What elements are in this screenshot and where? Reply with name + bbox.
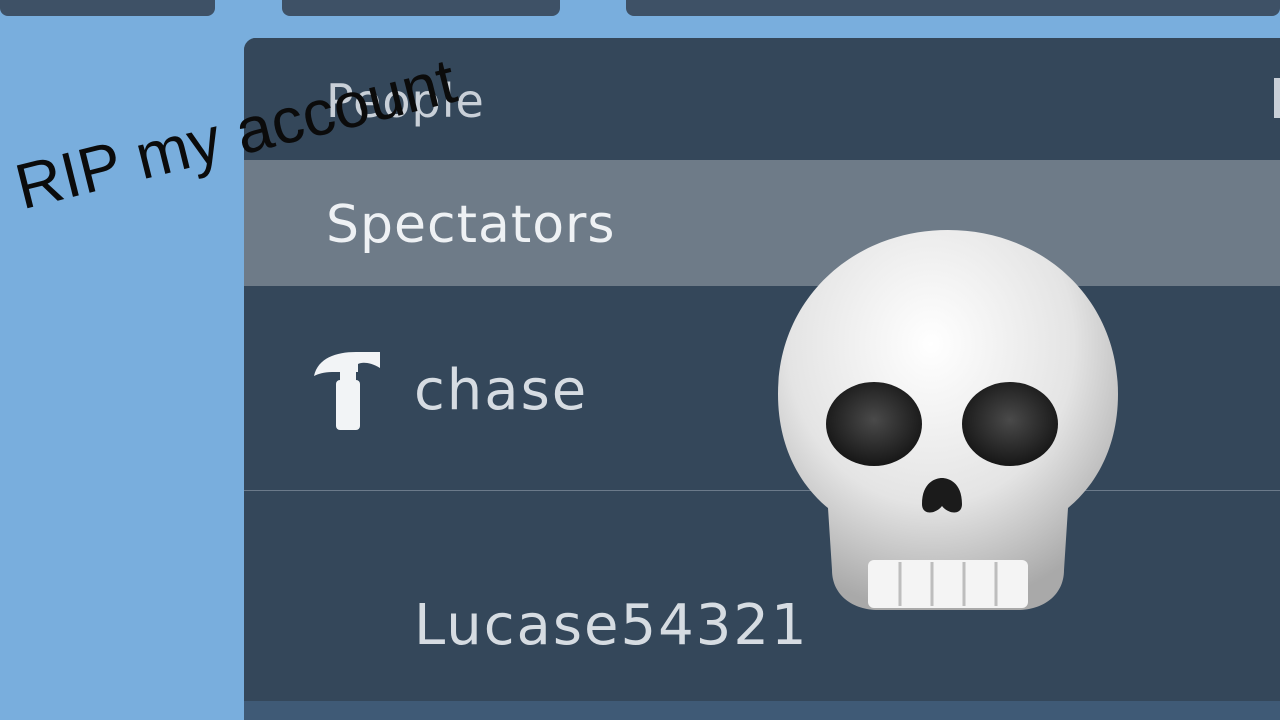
top-tab-left[interactable] [0,0,215,16]
spectators-label: Spectators [326,195,616,255]
hammer-icon [314,352,380,430]
username-lucase54321: Lucase54321 [414,593,809,658]
top-tab-middle[interactable] [282,0,560,16]
panel-bottom-bar [244,701,1280,720]
header-edge-marker [1274,78,1280,118]
skull-icon [778,230,1118,610]
top-tab-right[interactable] [626,0,1280,16]
spectators-section-header: Spectators [244,160,1280,286]
people-panel: People Spectators chase Lucase54321 [244,38,1280,720]
player-row-chase[interactable]: chase [244,286,1280,490]
player-row-lucase54321[interactable]: Lucase54321 [244,491,1280,701]
username-chase: chase [414,358,589,423]
